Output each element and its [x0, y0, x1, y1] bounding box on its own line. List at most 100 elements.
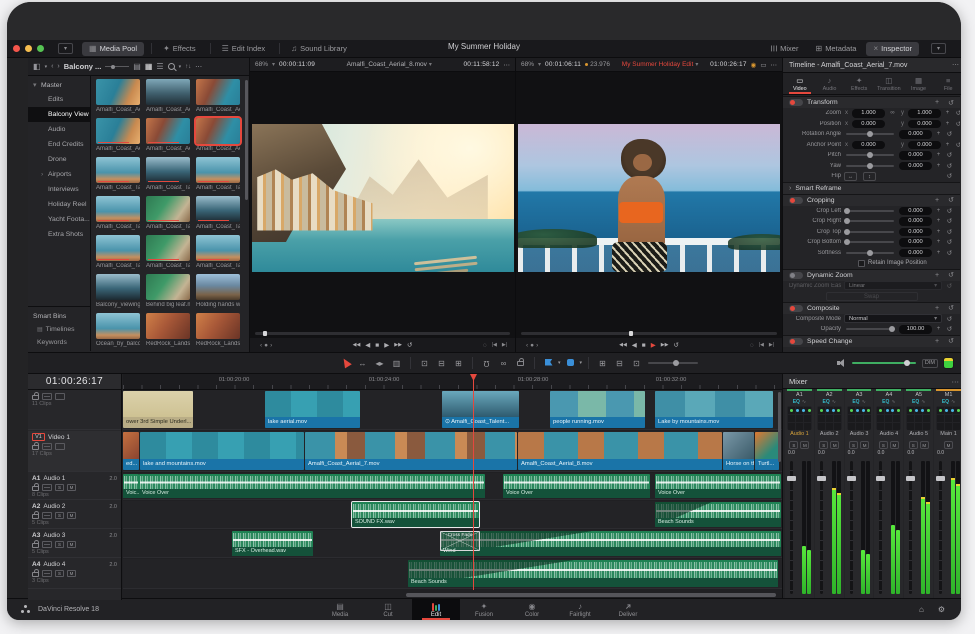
clip-thumbnail[interactable] [146, 196, 190, 222]
panel-toggle-left[interactable]: ▾ [58, 43, 73, 54]
value-field[interactable]: 0.000 [899, 151, 932, 160]
mute-button[interactable]: M [67, 541, 76, 548]
dropdown[interactable]: Normal▾ [844, 314, 942, 323]
clip-thumbnail[interactable] [146, 274, 190, 300]
reset-icon[interactable]: ↺ [954, 109, 960, 117]
sidebar-item-timelines[interactable]: ▤ Timelines [28, 323, 90, 336]
keyframe-icon[interactable]: + [935, 229, 942, 235]
solo-button[interactable]: S [55, 484, 64, 491]
clip-thumbnail[interactable] [96, 313, 140, 339]
auto-select-icon[interactable] [42, 512, 52, 519]
keyframe-icon[interactable]: + [935, 208, 942, 214]
stop-icon[interactable]: ■ [375, 342, 379, 349]
clip-thumbnail[interactable] [196, 196, 240, 222]
solo-button[interactable]: S [789, 441, 798, 449]
bin-item-balcony-view[interactable]: Balcony View [28, 107, 90, 122]
bin-item-yacht-foota[interactable]: Yacht Foota... [28, 212, 90, 227]
zoom-detail-icon[interactable]: ⊟ [612, 359, 627, 368]
clip-thumbnail[interactable] [96, 118, 140, 144]
fader-handle[interactable] [817, 476, 826, 481]
media-clip[interactable]: Amalfi_Coast_Aeri... [96, 118, 140, 153]
match-frame-icon[interactable]: ◌ [750, 342, 754, 349]
timeline-ruler[interactable]: 01:00:20:0001:00:24:0001:00:28:0001:00:3… [123, 374, 782, 390]
timeline-audio-clip[interactable]: Voice Over [503, 474, 650, 498]
section-header-composite[interactable]: Composite + ↺ [783, 302, 960, 314]
eq-button[interactable]: EQ∿ [847, 398, 872, 406]
source-video-frame[interactable] [252, 124, 514, 272]
value-field[interactable]: 0.000 [899, 207, 932, 216]
sound-library-button[interactable]: ♫ Sound Library [284, 42, 354, 56]
page-media[interactable]: ▤Media [316, 599, 364, 621]
inspector-button[interactable]: × Inspector [866, 42, 919, 56]
eq-grid[interactable] [787, 406, 812, 430]
position-lock-icon[interactable] [513, 358, 528, 368]
reset-icon[interactable]: ↺ [945, 172, 954, 180]
minimize-window-button[interactable] [25, 45, 32, 52]
chevron-down-icon[interactable]: ▾ [695, 61, 698, 68]
replace-clip-icon[interactable]: ⊞ [451, 359, 466, 368]
media-clip[interactable]: Amalfi_Coast_Tale... [146, 157, 190, 192]
bin-sidebar-toggle-icon[interactable]: ◧ [33, 62, 41, 71]
value-field[interactable]: 0.000 [899, 249, 932, 258]
eq-button[interactable]: EQ∿ [817, 398, 842, 406]
value-field[interactable]: 100.00 [899, 325, 932, 334]
value-field[interactable]: 0.000 [899, 162, 932, 171]
timeline-scrubber[interactable] [521, 332, 777, 335]
media-pool-scrollbar[interactable] [245, 80, 248, 200]
edit-index-button[interactable]: ☰ Edit Index [215, 42, 273, 56]
crossfade-transition[interactable]: Cross Fade [440, 531, 480, 551]
stop-icon[interactable]: ■ [642, 342, 646, 349]
media-pool-button[interactable]: ▦ Media Pool [82, 42, 144, 56]
keyframe-icon[interactable]: + [935, 250, 942, 256]
clip-thumbnail[interactable] [96, 157, 140, 183]
value-field[interactable]: 1.000 [852, 109, 885, 118]
audio-level-slider[interactable] [852, 362, 916, 364]
insert-clip-icon[interactable]: ⊡ [417, 359, 432, 368]
clip-thumbnail[interactable] [196, 79, 240, 105]
slider[interactable] [846, 231, 894, 233]
fader-handle[interactable] [787, 476, 796, 481]
reset-icon[interactable]: ↺ [948, 304, 954, 312]
chevron-down-icon[interactable]: ▾ [429, 61, 432, 68]
track-lane-v1[interactable]: ed... lake and mountains.mov Amalfi_Coas… [123, 431, 782, 472]
solo-button[interactable]: S [819, 441, 828, 449]
go-to-start-icon[interactable]: ◀◀ [619, 342, 627, 348]
playhead[interactable] [473, 374, 474, 590]
keyframe-icon[interactable]: + [935, 163, 942, 169]
track-header-a2[interactable]: A2 Audio 2 2.0SM5 Clips [28, 501, 121, 529]
reset-icon[interactable]: ↺ [945, 130, 954, 138]
auto-select-icon[interactable] [42, 443, 52, 450]
track-lane-v2[interactable]: ower 3rd Simple Underl... lake aerial.mo… [123, 390, 782, 430]
media-clip[interactable]: Balcony_viewing_o... [96, 274, 140, 309]
fader[interactable] [820, 461, 823, 594]
media-clip[interactable]: RedRock_Landsca... [146, 313, 190, 348]
value-field[interactable]: 0.000 [899, 238, 932, 247]
slider[interactable] [846, 154, 894, 156]
clip-thumbnail[interactable] [196, 157, 240, 183]
fader-handle[interactable] [906, 476, 915, 481]
reset-icon[interactable]: ↺ [948, 271, 954, 279]
effects-button[interactable]: ✦ Effects [156, 42, 203, 56]
timeline-clip[interactable]: people running.mov [550, 391, 645, 428]
timeline-audio-clip[interactable]: Voice Over [139, 474, 485, 498]
slider[interactable] [846, 241, 894, 243]
monitor-icon[interactable] [55, 443, 65, 450]
dim-button[interactable]: DIM [922, 359, 938, 368]
chevron-down-icon[interactable]: ▾ [558, 360, 561, 366]
chevron-down-icon[interactable]: ▾ [45, 64, 48, 70]
mute-button[interactable]: M [67, 484, 76, 491]
chevron-down-icon[interactable]: ▾ [580, 360, 583, 366]
keyframe-add-icon[interactable]: + [935, 305, 939, 312]
section-header-transform[interactable]: Transform + ↺ [783, 96, 960, 108]
track-badge[interactable]: A2 [32, 503, 40, 510]
step-back-icon[interactable]: ◀ [632, 341, 637, 349]
reset-icon[interactable]: ↺ [945, 282, 954, 290]
fader-handle[interactable] [876, 476, 885, 481]
chevron-down-icon[interactable]: ▾ [538, 61, 541, 68]
media-clip[interactable]: Behind big leaf.mp4 [146, 274, 190, 309]
marker-icon[interactable] [563, 359, 578, 368]
lock-icon[interactable] [32, 395, 39, 400]
fader[interactable] [879, 461, 882, 594]
in-point-icon[interactable]: |◀ [759, 342, 764, 349]
value-field[interactable]: 0.000 [852, 141, 885, 150]
